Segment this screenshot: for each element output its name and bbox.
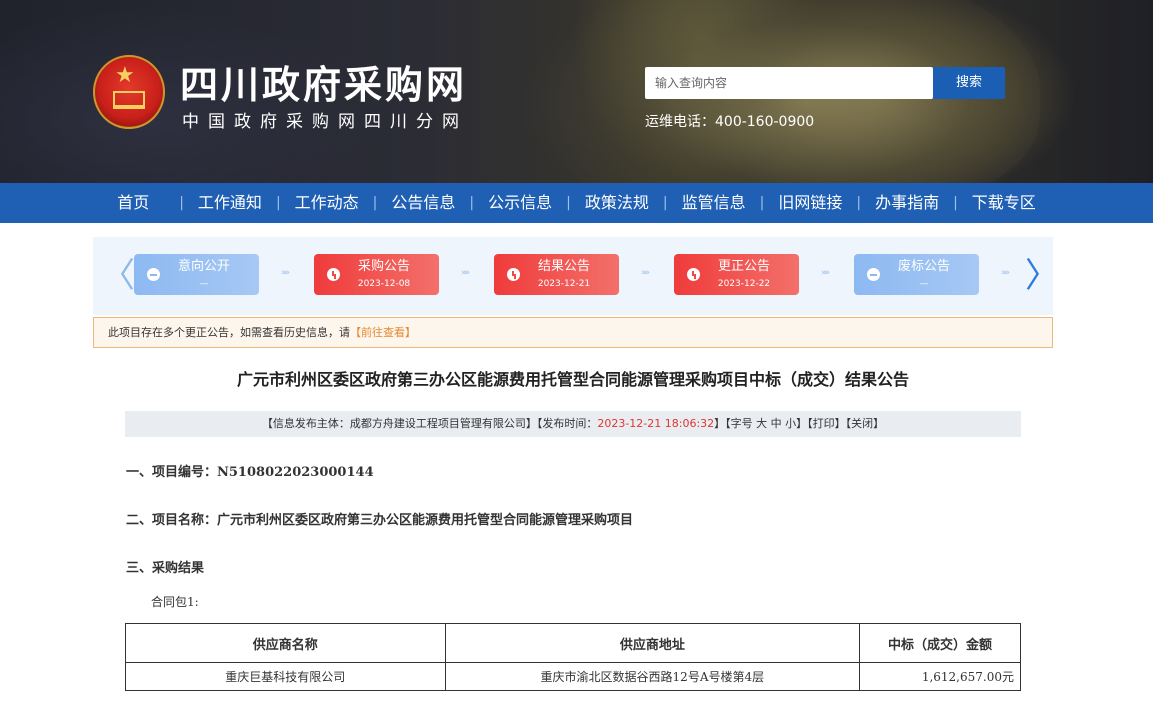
nav-item-downloads[interactable]: 下载专区 bbox=[958, 183, 1050, 223]
table-row: 重庆巨基科技有限公司 重庆市渝北区数据谷西路12号A号楼第4层 1,612,65… bbox=[125, 662, 1021, 691]
hotline-text: 运维电话：400-160-0900 bbox=[645, 114, 815, 130]
search-button[interactable]: 搜索 bbox=[933, 67, 1005, 99]
article-title: 广元市利州区委区政府第三办公区能源费用托管型合同能源管理采购项目中标（成交）结果… bbox=[236, 370, 909, 389]
tiananmen-icon bbox=[113, 91, 145, 109]
clock-icon bbox=[327, 268, 340, 281]
timeline-card-label: 更正公告 bbox=[717, 259, 770, 274]
cell-amount: 1,612,657.00元 bbox=[859, 662, 1021, 691]
nav-item-old-site[interactable]: 旧网链接 bbox=[764, 183, 856, 223]
nav-item-home[interactable]: 首页 bbox=[103, 183, 179, 223]
chevron-double-right-icon: »» bbox=[1001, 268, 1010, 278]
column-header-supplier-address: 供应商地址 bbox=[444, 623, 861, 663]
site-title[interactable]: 四川政府采购网 bbox=[180, 63, 500, 107]
notice-text: 此项目存在多个更正公告，如需查看历史信息，请 bbox=[108, 326, 350, 339]
site-subtitle: 中国政府采购网四川分网 bbox=[182, 112, 468, 132]
minus-circle-icon bbox=[147, 268, 160, 281]
timeline-card-intent[interactable]: 意向公开 — bbox=[134, 254, 259, 295]
timeline-card-label: 采购公告 bbox=[357, 259, 410, 274]
timeline-card-result[interactable]: 结果公告 2023-12-21 bbox=[494, 254, 619, 295]
chevron-left-icon[interactable]: 〈 bbox=[101, 259, 135, 295]
result-table: 供应商名称 供应商地址 中标（成交）金额 重庆巨基科技有限公司 重庆市渝北区数据… bbox=[125, 623, 1021, 691]
article-tools[interactable]: 】【字号 大 中 小】【打印】【关闭】 bbox=[714, 417, 884, 430]
cell-supplier-address: 重庆市渝北区数据谷西路12号A号楼第4层 bbox=[444, 662, 861, 691]
main-nav: 首页 | 工作通知 | 工作动态 | 公告信息 | 公示信息 | 政策法规 | … bbox=[0, 183, 1153, 223]
timeline-card-correction[interactable]: 更正公告 2023-12-22 bbox=[674, 254, 799, 295]
timeline-card-date: — bbox=[919, 279, 929, 289]
timeline-card-date: 2023-12-21 bbox=[537, 279, 591, 289]
section-project-name: 二、项目名称：广元市利州区委区政府第三办公区能源费用托管型合同能源管理采购项目 bbox=[126, 513, 634, 528]
nav-item-supervision[interactable]: 监管信息 bbox=[668, 183, 760, 223]
announcement-timeline: 〈 意向公开 — »» 采购公告 2023-12-08 »» 结果公告 2023… bbox=[93, 237, 1059, 315]
column-header-supplier-name: 供应商名称 bbox=[125, 623, 446, 663]
article-info-bar: 【信息发布主体：成都方舟建设工程项目管理有限公司】【发布时间：2023-12-2… bbox=[125, 411, 1021, 437]
nav-item-work-news[interactable]: 工作动态 bbox=[281, 183, 373, 223]
column-header-amount: 中标（成交）金额 bbox=[859, 623, 1021, 663]
clock-icon bbox=[507, 268, 520, 281]
minus-circle-icon bbox=[867, 268, 880, 281]
timeline-card-cancelled[interactable]: 废标公告 — bbox=[854, 254, 979, 295]
view-history-link[interactable]: 【前往查看】 bbox=[350, 326, 416, 339]
chevron-double-right-icon: »» bbox=[281, 268, 290, 278]
timeline-card-date: — bbox=[199, 279, 209, 289]
chevron-double-right-icon: »» bbox=[461, 268, 470, 278]
publish-time: 2023-12-21 18:06:32 bbox=[597, 417, 715, 430]
site-banner: ★ 四川政府采购网 中国政府采购网四川分网 搜索 运维电话：400-160-09… bbox=[0, 0, 1153, 183]
star-icon: ★ bbox=[115, 63, 135, 88]
cell-supplier-name: 重庆巨基科技有限公司 bbox=[125, 662, 446, 691]
chevron-right-icon[interactable]: 〉 bbox=[1025, 259, 1059, 295]
nav-item-work-notice[interactable]: 工作通知 bbox=[184, 183, 276, 223]
nav-item-guide[interactable]: 办事指南 bbox=[861, 183, 953, 223]
nav-item-public-notices[interactable]: 公示信息 bbox=[474, 183, 566, 223]
timeline-card-label: 意向公开 bbox=[177, 259, 230, 274]
timeline-card-label: 结果公告 bbox=[537, 259, 590, 274]
publisher-info: 【信息发布主体：成都方舟建设工程项目管理有限公司】【发布时间： bbox=[261, 417, 598, 430]
chevron-double-right-icon: »» bbox=[821, 268, 830, 278]
nav-item-policies[interactable]: 政策法规 bbox=[571, 183, 663, 223]
clock-icon bbox=[687, 268, 700, 281]
timeline-card-label: 废标公告 bbox=[897, 259, 950, 274]
table-header-row: 供应商名称 供应商地址 中标（成交）金额 bbox=[125, 623, 1021, 663]
timeline-card-date: 2023-12-08 bbox=[357, 279, 411, 289]
timeline-card-procurement[interactable]: 采购公告 2023-12-08 bbox=[314, 254, 439, 295]
section-project-number: 一、项目编号：N5108022023000144 bbox=[126, 465, 374, 480]
search-input[interactable] bbox=[645, 67, 933, 99]
section-procurement-result: 三、采购结果 bbox=[126, 561, 205, 576]
chevron-double-right-icon: »» bbox=[641, 268, 650, 278]
timeline-card-date: 2023-12-22 bbox=[717, 279, 771, 289]
nav-item-announcements[interactable]: 公告信息 bbox=[377, 183, 469, 223]
package-label: 合同包1: bbox=[151, 595, 199, 609]
national-emblem-logo: ★ bbox=[93, 55, 165, 129]
correction-notice: 此项目存在多个更正公告，如需查看历史信息，请【前往查看】 bbox=[93, 317, 1053, 348]
